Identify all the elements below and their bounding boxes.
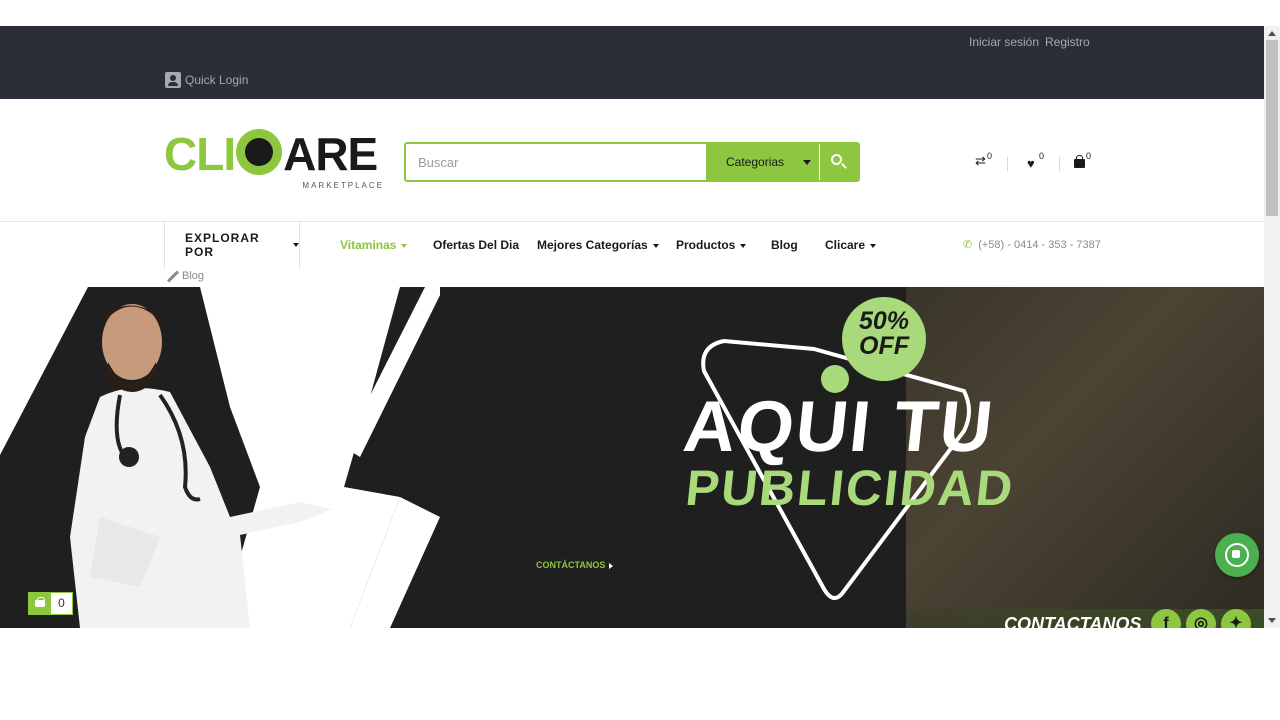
- chevron-down-icon: [740, 243, 747, 248]
- scroll-down-icon[interactable]: [1268, 618, 1276, 623]
- search-icon: [831, 154, 842, 165]
- logo-c-mark: [236, 129, 283, 175]
- logo-text-a: CLI: [164, 128, 236, 180]
- nav-item-vitaminas[interactable]: Vitaminas: [340, 238, 408, 252]
- quick-login-link[interactable]: Quick Login: [165, 72, 248, 88]
- search-button[interactable]: [820, 144, 858, 180]
- phone-icon: ✆: [963, 239, 973, 251]
- hero-banner[interactable]: 50% OFF AQUI TU PUBLICIDAD CONTÁCTANOS C…: [0, 287, 1264, 628]
- nav-item-label: Ofertas Del Dia: [433, 238, 520, 252]
- user-icon: [165, 72, 181, 88]
- browser-viewport: Iniciar sesión Registro Quick Login CLI A…: [0, 26, 1280, 628]
- nav-item-clicare[interactable]: Clicare: [825, 238, 877, 252]
- cart-count: 0: [1086, 151, 1092, 161]
- nav-item-productos[interactable]: Productos: [676, 238, 747, 252]
- offer-badge: 50% OFF: [842, 309, 926, 359]
- top-bar: Iniciar sesión Registro Quick Login: [0, 26, 1264, 99]
- logo[interactable]: CLI ARE MARKETPLACE: [164, 129, 384, 193]
- pencil-icon: [165, 269, 179, 283]
- chevron-down-icon: [652, 243, 659, 248]
- logo-text-b: ARE: [283, 128, 378, 180]
- phone-contact[interactable]: ✆ (+58) - 0414 - 353 - 7387: [963, 238, 1101, 251]
- chevron-down-icon: [401, 243, 408, 248]
- explore-label: EXPLORAR POR: [185, 231, 260, 259]
- nav-item-label: Vitaminas: [340, 238, 397, 252]
- basket-icon: [29, 593, 51, 614]
- nav-item-label: Productos: [676, 238, 736, 252]
- shopping-bag-icon: [1074, 155, 1085, 168]
- contact-cta-link[interactable]: CONTÁCTANOS: [536, 560, 614, 570]
- doctor-image: [70, 304, 332, 628]
- logo-subtitle: MARKETPLACE: [302, 181, 384, 190]
- nav-item-ofertas[interactable]: Ofertas Del Dia: [433, 238, 519, 252]
- site-header: CLI ARE MARKETPLACE Categorias 0: [0, 99, 1264, 222]
- contact-label: CONTACTANOS: [1004, 614, 1142, 628]
- nav-item-label: Blog: [771, 238, 798, 252]
- chevron-right-icon: [609, 562, 614, 569]
- wishlist-button[interactable]: ♥ 0: [1027, 151, 1044, 177]
- phone-number: (+58) - 0414 - 353 - 7387: [978, 239, 1101, 251]
- divider: [1059, 157, 1060, 171]
- chevron-down-icon: [293, 243, 299, 247]
- blog-shortcut-label: Blog: [182, 270, 205, 282]
- search-input[interactable]: [406, 144, 706, 180]
- wishlist-count: 0: [1039, 151, 1045, 161]
- nav-item-blog[interactable]: Blog: [771, 238, 798, 252]
- offer-percent: 50%: [858, 307, 910, 335]
- login-link[interactable]: Iniciar sesión: [969, 35, 1039, 49]
- compare-icon: [975, 153, 987, 169]
- compare-button[interactable]: 0: [975, 151, 992, 177]
- page-scrollbar[interactable]: [1264, 26, 1280, 628]
- page: Iniciar sesión Registro Quick Login CLI A…: [0, 26, 1264, 628]
- register-link[interactable]: Registro: [1045, 35, 1090, 49]
- main-nav: EXPLORAR POR Vitaminas Ofertas Del Dia M…: [0, 221, 1264, 269]
- nav-item-mejores-categorias[interactable]: Mejores Categorías: [537, 238, 659, 252]
- categories-label: Categorias: [726, 155, 785, 169]
- cart-button[interactable]: 0: [1074, 151, 1091, 177]
- floating-cart-button[interactable]: 0: [28, 592, 73, 615]
- heart-icon: ♥: [1027, 156, 1035, 171]
- quick-login-label: Quick Login: [185, 73, 249, 87]
- floating-cart-count: 0: [58, 596, 65, 610]
- categories-dropdown[interactable]: Categorias: [706, 144, 819, 180]
- offer-off: OFF: [859, 332, 909, 360]
- whatsapp-button[interactable]: [1215, 533, 1259, 577]
- compare-count: 0: [987, 151, 993, 161]
- blog-shortcut[interactable]: Blog: [165, 269, 204, 283]
- nav-item-label: Clicare: [825, 238, 866, 252]
- chevron-down-icon: [870, 243, 877, 248]
- logo-wordmark: CLI ARE: [164, 129, 384, 178]
- contact-cta-label: CONTÁCTANOS: [536, 560, 606, 570]
- banner-headline: AQUI TU: [679, 387, 999, 467]
- search-bar: Categorias: [404, 142, 860, 182]
- scrollbar-thumb[interactable]: [1266, 40, 1278, 216]
- nav-item-label: Mejores Categorías: [537, 238, 648, 252]
- banner-subheadline: PUBLICIDAD: [683, 460, 1018, 516]
- chevron-down-icon: [803, 160, 811, 165]
- scroll-up-icon[interactable]: [1268, 31, 1276, 36]
- divider: [1007, 157, 1008, 171]
- explore-menu-button[interactable]: EXPLORAR POR: [164, 221, 300, 269]
